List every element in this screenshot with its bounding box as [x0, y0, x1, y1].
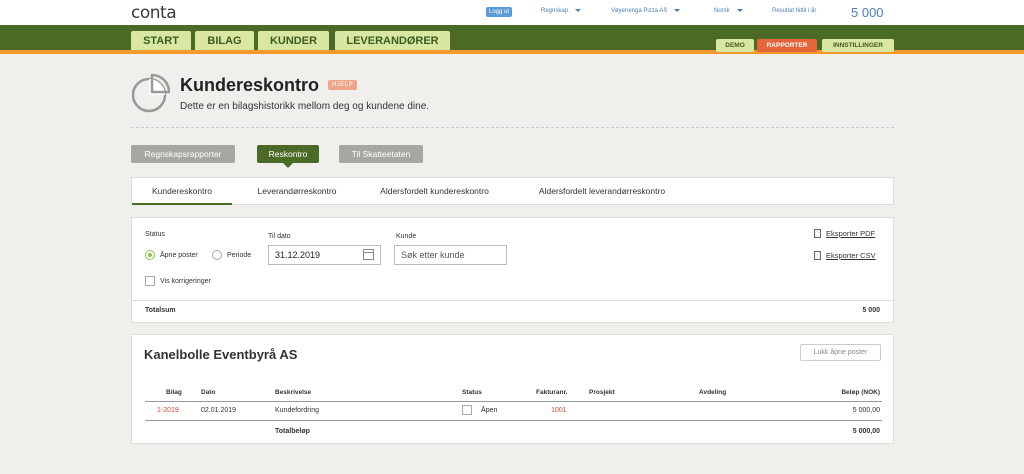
result-value[interactable]: 5 000: [851, 5, 884, 20]
reskontro-button[interactable]: Reskontro: [257, 145, 319, 168]
menu-company[interactable]: Vøyenenga Pizza AS: [611, 8, 681, 14]
chevron-down-icon: [575, 8, 582, 12]
chevron-down-icon: [736, 8, 743, 12]
tab-leverandorreskontro[interactable]: Leverandørreskontro: [242, 178, 352, 205]
customer-panel: Kanelbolle Eventbyrå AS Lukk åpne poster…: [131, 334, 894, 444]
radio-periode[interactable]: [212, 250, 222, 260]
col-beskrivelse: Beskrivelse: [275, 389, 312, 396]
totalsum-value: 5 000: [862, 307, 880, 314]
row-status-checkbox[interactable]: [462, 405, 472, 415]
tab-aldersfordelt-leverandorreskontro[interactable]: Aldersfordelt leverandørreskontro: [522, 178, 682, 205]
row-dato: 02.01.2019: [201, 407, 237, 414]
row-beskrivelse: Kundefordring: [275, 407, 319, 414]
divider: [132, 300, 893, 301]
row-belop: 5 000,00: [852, 407, 880, 414]
lukk-apne-poster-button[interactable]: Lukk åpne poster: [800, 344, 881, 361]
rapporter-button[interactable]: RAPPORTER: [757, 39, 817, 52]
radio-apne-poster[interactable]: [145, 250, 155, 260]
divider: [131, 127, 894, 128]
row-bilag-link[interactable]: 1-2019: [157, 407, 179, 414]
menu-company-label: Vøyenenga Pizza AS: [611, 8, 668, 14]
nav-tab-bilag[interactable]: BILAG: [195, 31, 254, 50]
main-nav: START BILAG KUNDER LEVERANDØRER DEMO RAP…: [0, 25, 1024, 54]
totalbelop-value: 5 000,00: [852, 428, 880, 435]
radio-periode-label: Periode: [227, 252, 252, 259]
pie-chart-icon: [131, 73, 170, 113]
nav-tab-kunder[interactable]: KUNDER: [258, 31, 329, 50]
nav-tab-start[interactable]: START: [131, 31, 191, 50]
eksporter-csv-link[interactable]: Eksporter CSV: [826, 251, 876, 260]
page-title: Kundereskontro: [180, 75, 320, 95]
totalsum-label: Totalsum: [145, 307, 176, 314]
col-dato: Dato: [201, 389, 216, 396]
col-fakturanr: Fakturanr.: [536, 389, 568, 396]
top-header: conta Logg ut Regnskap Vøyenenga Pizza A…: [0, 0, 1024, 25]
tab-aldersfordelt-kundereskontro[interactable]: Aldersfordelt kundereskontro: [367, 178, 502, 205]
menu-language-label: Norsk: [714, 8, 730, 14]
menu-regnskap[interactable]: Regnskap: [541, 8, 582, 14]
kunde-search-input[interactable]: [394, 245, 507, 265]
row-status: Åpen: [481, 407, 498, 414]
help-button[interactable]: HJELP: [328, 80, 358, 90]
vis-korrigeringer-checkbox[interactable]: [145, 276, 155, 286]
row-divider: [145, 420, 882, 421]
col-avdeling: Avdeling: [699, 389, 727, 396]
til-skatteetaten-button[interactable]: Til Skatteetaten: [339, 145, 423, 163]
conta-logo[interactable]: conta: [131, 3, 177, 23]
row-fakturanr-link[interactable]: 1001: [551, 407, 567, 414]
header-divider: [145, 401, 882, 402]
til-dato-label: Til dato: [268, 233, 291, 240]
menu-language[interactable]: Norsk: [714, 8, 743, 14]
pdf-icon: [814, 229, 821, 238]
nav-tab-leverandorer[interactable]: LEVERANDØRER: [335, 31, 450, 50]
regnskapsrapporter-button[interactable]: Regnskapsrapporter: [131, 145, 235, 163]
totalbelop-label: Totalbeløp: [275, 428, 310, 435]
filter-panel: Status Åpne poster Periode Vis korrigeri…: [131, 217, 894, 323]
col-status: Status: [462, 389, 482, 396]
innstillinger-button[interactable]: INNSTILLINGER: [822, 39, 894, 52]
customer-name: Kanelbolle Eventbyrå AS: [144, 347, 298, 362]
page-subtitle: Dette er en bilagshistorikk mellom deg o…: [180, 101, 430, 112]
chevron-down-icon: [674, 8, 681, 12]
eksporter-pdf-link[interactable]: Eksporter PDF: [826, 229, 875, 238]
logout-button[interactable]: Logg ut: [486, 7, 513, 17]
csv-icon: [814, 251, 821, 260]
reskontro-tabs: Kundereskontro Leverandørreskontro Alder…: [131, 177, 894, 205]
status-label: Status: [145, 231, 165, 238]
menu-regnskap-label: Regnskap: [541, 8, 569, 14]
result-label[interactable]: Resultat hittil i år: [772, 8, 816, 14]
demo-button[interactable]: DEMO: [716, 39, 754, 52]
col-bilag: Bilag: [166, 389, 182, 396]
kunde-label: Kunde: [396, 233, 417, 240]
radio-apne-poster-label: Åpne poster: [160, 252, 198, 259]
tab-kundereskontro[interactable]: Kundereskontro: [132, 178, 232, 205]
col-prosjekt: Prosjekt: [589, 389, 615, 396]
calendar-icon[interactable]: [363, 249, 374, 260]
vis-korrigeringer-label: Vis korrigeringer: [160, 278, 211, 285]
col-belop: Beløp (NOK): [841, 389, 880, 396]
